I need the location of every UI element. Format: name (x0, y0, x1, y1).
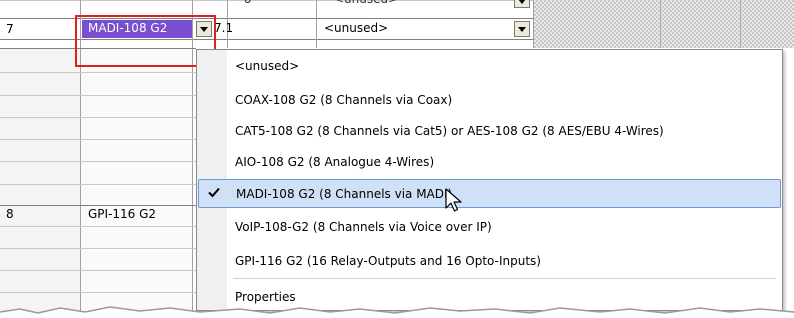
menu-item-cat5-108[interactable]: CAT5-108 G2 (8 Channels via Cat5) or AES… (198, 116, 781, 145)
chevron-down-icon (519, 0, 525, 4)
mouse-pointer-icon (445, 188, 462, 212)
prev-row-device: <unused> (334, 0, 398, 8)
port-device-value: <unused> (324, 21, 389, 35)
disabled-area (534, 0, 794, 48)
torn-edge (0, 306, 794, 318)
menu-item-coax-108[interactable]: COAX-108 G2 (8 Channels via Coax) (198, 85, 781, 114)
chevron-down-icon (518, 26, 526, 32)
device-type-value: GPI-116 G2 (88, 207, 157, 221)
menu-item-label: CAT5-108 G2 (8 Channels via Cat5) or AES… (235, 123, 664, 138)
menu-item-label: AIO-108 G2 (8 Analogue 4-Wires) (235, 154, 435, 169)
row-id: 7 (6, 22, 14, 36)
highlight-annotation (75, 15, 216, 67)
menu-separator (233, 278, 776, 279)
prev-row-dropdown-button[interactable] (514, 0, 530, 8)
menu-item-label: VoIP-108-G2 (8 Channels via Voice over I… (235, 219, 492, 234)
menu-item-aio-108[interactable]: AIO-108 G2 (8 Analogue 4-Wires) (198, 147, 781, 176)
port-value: 7.1 (214, 21, 234, 35)
menu-item-gpi-116[interactable]: GPI-116 G2 (16 Relay-Outputs and 16 Opto… (198, 246, 781, 275)
prev-row-port: o (244, 0, 251, 8)
menu-item-label: COAX-108 G2 (8 Channels via Coax) (235, 92, 453, 107)
port-device-dropdown-button[interactable] (514, 21, 530, 37)
menu-item-madi-108[interactable]: MADI-108 G2 (8 Channels via MADI) (198, 179, 781, 208)
check-icon (208, 187, 220, 198)
menu-item-voip-108[interactable]: VoIP-108-G2 (8 Channels via Voice over I… (198, 212, 781, 241)
menu-item-unused[interactable]: <unused> (198, 51, 781, 80)
menu-item-label: <unused> (235, 58, 300, 73)
menu-item-label: GPI-116 G2 (16 Relay-Outputs and 16 Opto… (235, 253, 541, 268)
menu-item-label: MADI-108 G2 (8 Channels via MADI) (236, 186, 453, 201)
device-type-menu: <unused> COAX-108 G2 (8 Channels via Coa… (196, 49, 783, 311)
row-id: 8 (6, 207, 14, 221)
